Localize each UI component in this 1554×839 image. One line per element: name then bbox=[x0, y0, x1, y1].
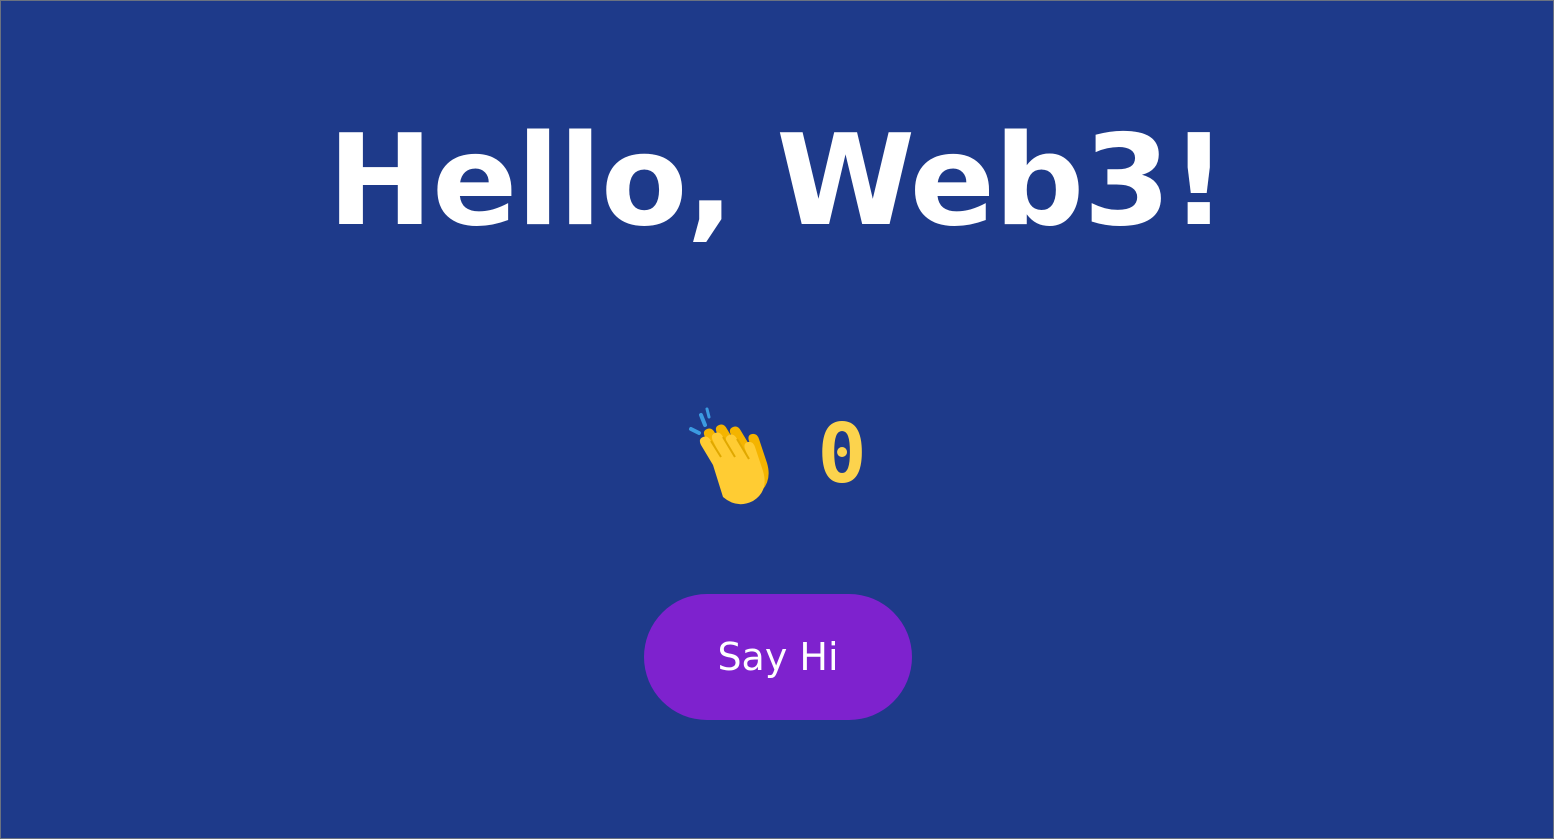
clap-count: 0 bbox=[817, 407, 867, 502]
say-hi-button[interactable]: Say Hi bbox=[644, 594, 912, 720]
clapping-hands-icon bbox=[689, 407, 769, 505]
clap-counter: 0 bbox=[0, 405, 1554, 505]
page-title: Hello, Web3! bbox=[327, 107, 1228, 254]
